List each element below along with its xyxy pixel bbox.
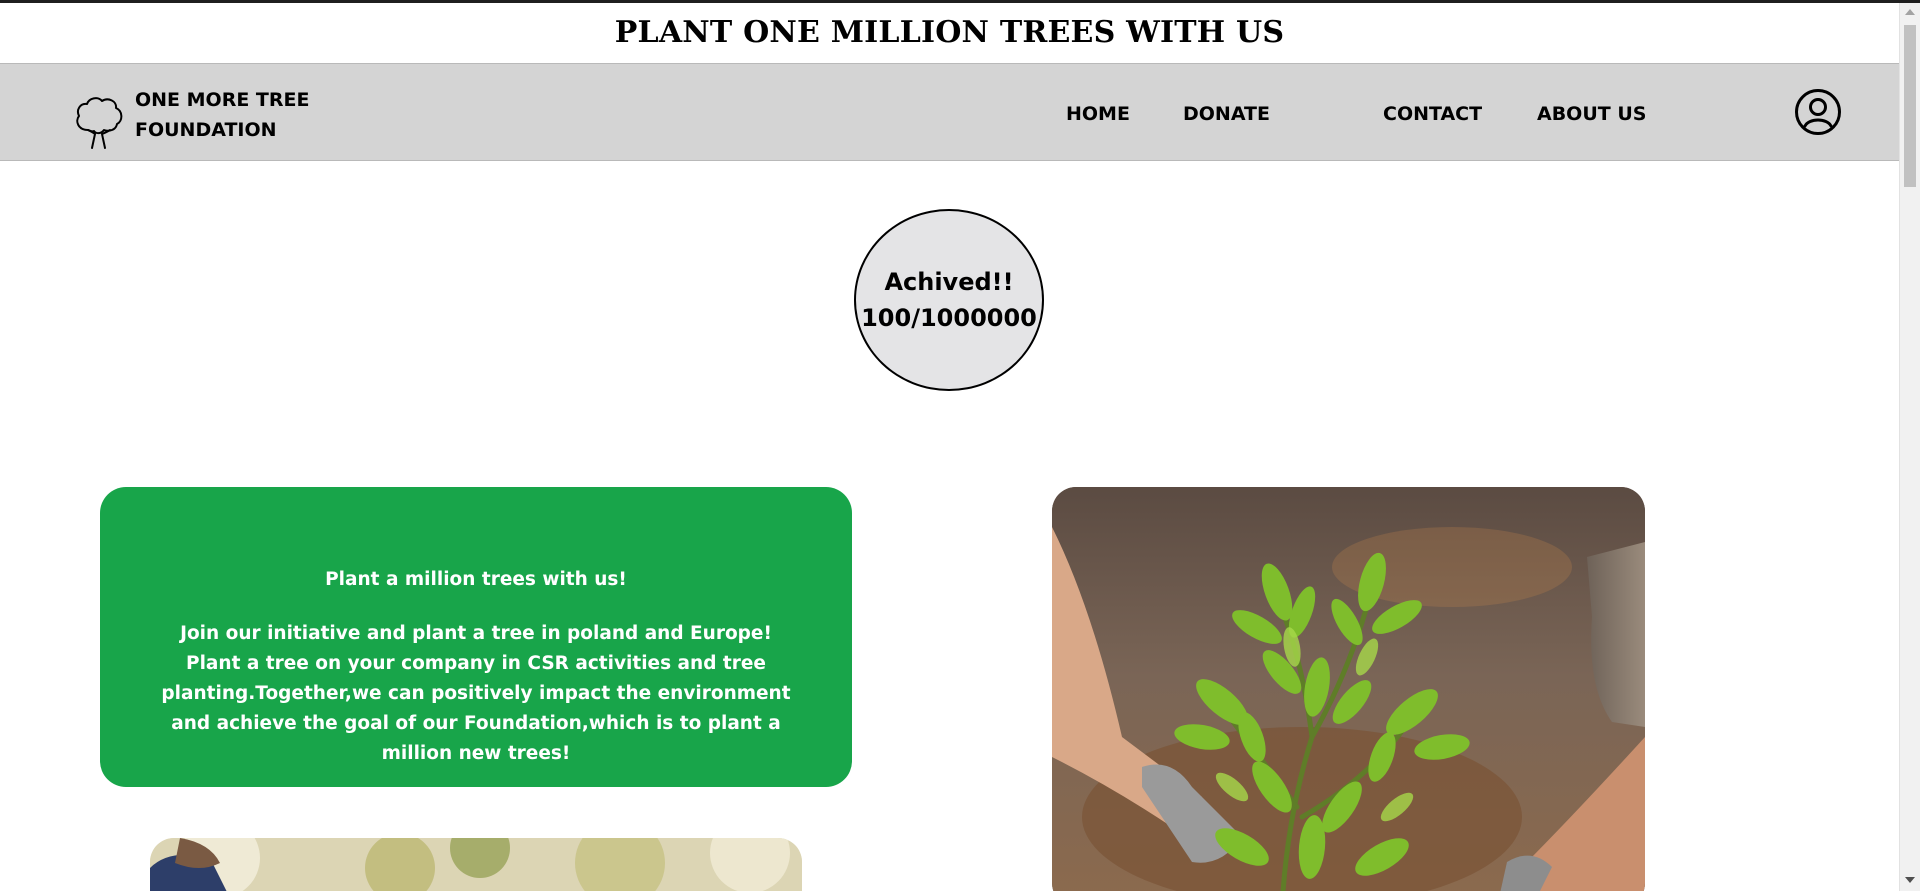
logo-text-line2: FOUNDATION <box>135 119 277 141</box>
intro-body: Join our initiative and plant a tree in … <box>161 623 791 764</box>
nav-donate-link[interactable]: DONATE <box>1183 94 1270 134</box>
volunteer-planting-photo <box>150 838 802 891</box>
nav-about-us-link[interactable]: ABOUT US <box>1537 94 1646 134</box>
counter-value: 100/1000000 <box>861 304 1037 332</box>
page-banner-title: PLANT ONE MILLION TREES WITH US <box>614 15 1285 50</box>
page: PLANT ONE MILLION TREES WITH US ONE MORE… <box>0 0 1920 891</box>
counter-label: Achived!! <box>884 268 1014 296</box>
tree-icon[interactable] <box>74 96 124 150</box>
scroll-up-arrow-icon[interactable] <box>1905 9 1915 15</box>
nav-home-link[interactable]: HOME <box>1066 94 1130 134</box>
foundation-logo-text[interactable]: ONE MORE TREE FOUNDATION <box>135 85 335 145</box>
tree-planting-photo <box>1052 487 1645 891</box>
header-navbar: ONE MORE TREE FOUNDATION HOME DONATE CON… <box>0 63 1899 161</box>
intro-headline: Plant a million trees with us! <box>325 569 627 590</box>
user-account-icon[interactable] <box>1794 88 1842 136</box>
volunteer-planting-illustration <box>150 838 802 891</box>
scroll-down-arrow-icon[interactable] <box>1905 877 1915 883</box>
tree-planting-illustration <box>1052 487 1645 891</box>
scrollbar-thumb[interactable] <box>1904 25 1916 187</box>
trees-achieved-counter: Achived!! 100/1000000 <box>854 209 1044 391</box>
intro-card: Plant a million trees with us! Join our … <box>100 487 852 787</box>
nav-contact-link[interactable]: CONTACT <box>1383 94 1482 134</box>
logo-text-line1: ONE MORE TREE <box>135 89 310 111</box>
page-scrollbar[interactable] <box>1899 3 1920 891</box>
